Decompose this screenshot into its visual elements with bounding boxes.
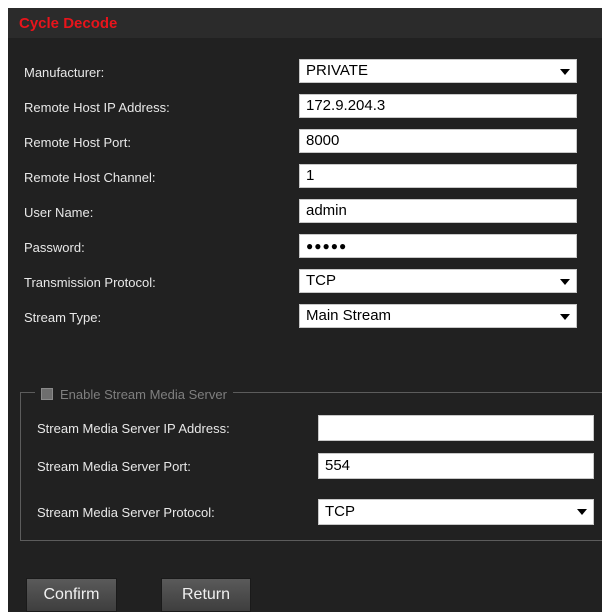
stream-type-value: Main Stream bbox=[306, 307, 392, 324]
stream-media-protocol-label: Stream Media Server Protocol: bbox=[37, 505, 215, 520]
manufacturer-label: Manufacturer: bbox=[24, 65, 105, 80]
enable-stream-media-label: Enable Stream Media Server bbox=[60, 386, 227, 402]
manufacturer-select[interactable]: PRIVATE bbox=[299, 59, 577, 83]
user-name-input[interactable]: admin bbox=[299, 199, 577, 223]
stream-media-ip-input[interactable] bbox=[318, 415, 594, 441]
stream-media-legend: Enable Stream Media Server bbox=[35, 386, 233, 402]
password-label: Password: bbox=[24, 240, 85, 255]
remote-host-port-label: Remote Host Port: bbox=[24, 135, 131, 150]
password-input[interactable]: ●●●●● bbox=[299, 234, 577, 258]
stream-media-protocol-value: TCP bbox=[325, 503, 355, 520]
manufacturer-value: PRIVATE bbox=[306, 62, 368, 79]
enable-stream-media-checkbox[interactable] bbox=[41, 388, 53, 400]
remote-host-channel-label: Remote Host Channel: bbox=[24, 170, 156, 185]
transmission-protocol-select[interactable]: TCP bbox=[299, 269, 577, 293]
stream-type-select[interactable]: Main Stream bbox=[299, 304, 577, 328]
chevron-down-icon[interactable] bbox=[560, 69, 570, 75]
stream-media-port-label: Stream Media Server Port: bbox=[37, 459, 191, 474]
user-name-label: User Name: bbox=[24, 205, 94, 220]
panel-title-bar: Cycle Decode bbox=[8, 8, 602, 38]
chevron-down-icon[interactable] bbox=[560, 314, 570, 320]
remote-host-channel-input[interactable]: 1 bbox=[299, 164, 577, 188]
transmission-protocol-label: Transmission Protocol: bbox=[24, 275, 156, 290]
remote-host-ip-label: Remote Host IP Address: bbox=[24, 100, 170, 115]
remote-host-port-input[interactable]: 8000 bbox=[299, 129, 577, 153]
stream-media-protocol-select[interactable]: TCP bbox=[318, 499, 594, 525]
chevron-down-icon[interactable] bbox=[560, 279, 570, 285]
stream-media-port-input[interactable]: 554 bbox=[318, 453, 594, 479]
cycle-decode-panel: Cycle Decode Manufacturer: PRIVATE Remot… bbox=[8, 8, 602, 612]
confirm-button[interactable]: Confirm bbox=[26, 578, 117, 612]
return-button[interactable]: Return bbox=[161, 578, 251, 612]
transmission-protocol-value: TCP bbox=[306, 272, 336, 289]
stream-media-ip-label: Stream Media Server IP Address: bbox=[37, 421, 230, 436]
remote-host-ip-input[interactable]: 172.9.204.3 bbox=[299, 94, 577, 118]
panel-title: Cycle Decode bbox=[19, 15, 118, 32]
chevron-down-icon[interactable] bbox=[577, 509, 587, 515]
stream-type-label: Stream Type: bbox=[24, 310, 102, 325]
